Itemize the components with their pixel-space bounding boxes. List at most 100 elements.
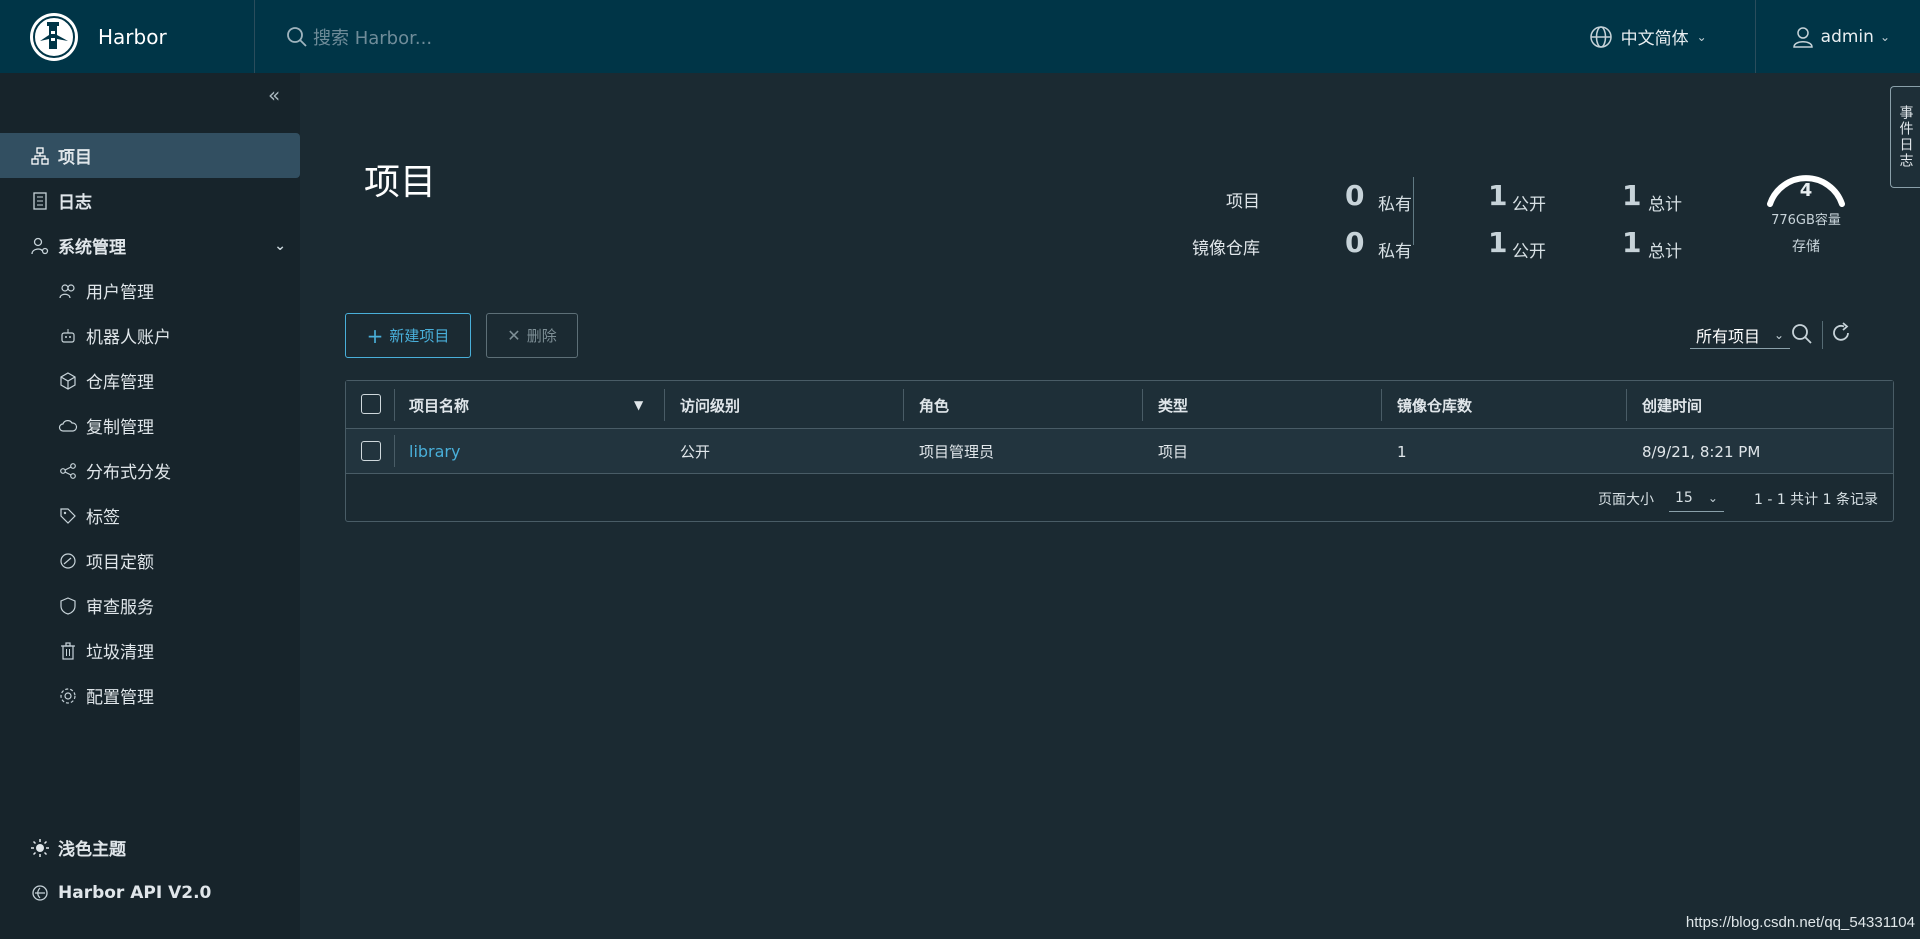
language-selector[interactable]: 中文简体 ⌄ — [1589, 0, 1756, 73]
column-header-repos[interactable]: 镜像仓库数 — [1397, 381, 1472, 429]
delete-label: 删除 — [526, 327, 557, 345]
sidebar-item-users[interactable]: 用户管理 — [0, 268, 300, 313]
column-header-role[interactable]: 角色 — [919, 381, 949, 429]
language-label: 中文简体 — [1620, 29, 1689, 49]
pagination-summary: 1 - 1 共计 1 条记录 — [1753, 491, 1878, 508]
column-divider — [1381, 389, 1382, 421]
close-icon: ✕ — [507, 326, 521, 345]
stat-private-label: 私有 — [1378, 242, 1412, 262]
row-checkbox[interactable] — [361, 441, 381, 461]
brand-name: Harbor — [98, 24, 167, 49]
filter-icon[interactable]: ▼ — [634, 381, 643, 429]
sidebar-item-label: 项目 — [58, 148, 92, 168]
sidebar-item-label: 仓库管理 — [86, 373, 154, 393]
column-divider — [1626, 389, 1627, 421]
stat-public-count: 1 — [1488, 226, 1508, 259]
storage-value: 4 — [1799, 180, 1813, 201]
sidebar-item-label: 机器人账户 — [86, 328, 171, 348]
new-project-button[interactable]: + 新建项目 — [345, 313, 471, 358]
stat-public-label: 公开 — [1512, 195, 1546, 215]
share-icon — [58, 462, 78, 480]
stat-public-count: 1 — [1488, 179, 1508, 212]
sidebar-nav: 项目 日志 系统管理 ⌄ 用户管理 机器人账户 仓库管理 复制管理 分布式分发 … — [0, 133, 300, 718]
sidebar-item-logs[interactable]: 日志 — [0, 178, 300, 223]
sidebar-item-distribution[interactable]: 分布式分发 — [0, 448, 300, 493]
sidebar-item-registries[interactable]: 仓库管理 — [0, 358, 300, 403]
stat-total-label: 总计 — [1648, 195, 1682, 215]
api-link-label: Harbor API V2.0 — [58, 882, 212, 903]
replication-icon — [58, 418, 78, 434]
sidebar-item-labels[interactable]: 标签 — [0, 493, 300, 538]
sidebar-item-quotas[interactable]: 项目定额 — [0, 538, 300, 583]
sidebar-item-label: 复制管理 — [86, 418, 154, 438]
project-type: 项目 — [1158, 443, 1189, 461]
search-icon — [287, 26, 307, 47]
column-header-access[interactable]: 访问级别 — [680, 381, 740, 429]
api-link[interactable]: Harbor API V2.0 — [0, 870, 300, 915]
sidebar-item-label: 用户管理 — [86, 283, 154, 303]
sidebar-item-replication[interactable]: 复制管理 — [0, 403, 300, 448]
stats-divider — [1413, 177, 1414, 245]
stat-total-count: 1 — [1622, 226, 1642, 259]
column-divider — [903, 389, 904, 421]
column-header-type[interactable]: 类型 — [1158, 381, 1188, 429]
sidebar-bottom: 浅色主题 Harbor API V2.0 — [0, 825, 300, 915]
column-divider — [394, 435, 395, 467]
sidebar-item-robots[interactable]: 机器人账户 — [0, 313, 300, 358]
column-header-name[interactable]: 项目名称 — [409, 381, 469, 429]
event-log-tab[interactable]: 事件日志 — [1890, 86, 1920, 188]
stat-total-label: 总计 — [1648, 242, 1682, 262]
trash-icon — [58, 641, 78, 660]
robot-icon — [58, 328, 78, 344]
select-all-checkbox[interactable] — [361, 394, 381, 414]
sidebar-item-projects[interactable]: 项目 — [0, 133, 300, 178]
stat-total-count: 1 — [1622, 179, 1642, 212]
chevron-down-icon: ⌄ — [1696, 29, 1707, 44]
project-repo-count: 1 — [1397, 442, 1407, 461]
page-size-value: 15 — [1674, 490, 1693, 506]
chevron-down-icon: ⌄ — [274, 237, 286, 254]
gear-icon — [58, 687, 78, 705]
delete-button[interactable]: ✕ 删除 — [486, 313, 578, 358]
shield-icon — [58, 596, 78, 615]
api-icon — [30, 884, 50, 902]
sidebar-item-scanners[interactable]: 审查服务 — [0, 583, 300, 628]
event-log-tab-label: 事件日志 — [1897, 105, 1914, 169]
table-row[interactable]: library 公开 项目管理员 项目 1 8/9/21, 8:21 PM — [346, 429, 1893, 474]
logs-icon — [30, 191, 50, 210]
globe-icon — [1589, 25, 1612, 48]
column-divider — [664, 389, 665, 421]
search-icon[interactable] — [1790, 322, 1814, 350]
column-divider — [394, 389, 395, 421]
page-size-label: 页面大小 — [1597, 491, 1654, 508]
sidebar-item-label: 分布式分发 — [86, 463, 171, 483]
stat-row-label: 镜像仓库 — [1192, 239, 1260, 259]
registry-icon — [58, 371, 78, 390]
sidebar-item-label: 项目定额 — [86, 553, 154, 573]
users-icon — [58, 283, 78, 299]
page-size-select[interactable]: 15 ⌄ — [1668, 486, 1724, 512]
storage-capacity: 776GB容量 — [1771, 213, 1841, 228]
chevron-down-icon: ⌄ — [1707, 491, 1718, 505]
sidebar-item-admin[interactable]: 系统管理 ⌄ — [0, 223, 300, 268]
harbor-logo-icon — [30, 12, 78, 61]
stat-public-label: 公开 — [1512, 242, 1546, 262]
brand[interactable]: Harbor — [0, 0, 255, 73]
watermark: https://blog.csdn.net/qq_54331104 — [1685, 914, 1915, 931]
refresh-icon[interactable] — [1830, 322, 1852, 348]
project-name-link[interactable]: library — [409, 429, 460, 474]
sun-icon — [30, 838, 50, 857]
column-header-created[interactable]: 创建时间 — [1642, 381, 1702, 429]
plus-icon: + — [366, 323, 384, 348]
stat-private-count: 0 — [1345, 179, 1365, 212]
project-filter-select[interactable]: 所有项目 ⌄ — [1690, 321, 1790, 349]
sidebar-item-gc[interactable]: 垃圾清理 — [0, 628, 300, 673]
sidebar-item-config[interactable]: 配置管理 — [0, 673, 300, 718]
search-input[interactable]: 搜索 Harbor... — [313, 24, 432, 50]
global-search[interactable]: 搜索 Harbor... — [285, 0, 432, 73]
theme-toggle[interactable]: 浅色主题 — [0, 825, 300, 870]
header-right: 中文简体 ⌄ admin ⌄ — [1589, 0, 1920, 73]
user-menu[interactable]: admin ⌄ — [1756, 25, 1920, 49]
collapse-sidebar-icon[interactable]: « — [268, 83, 280, 107]
column-divider — [1142, 389, 1143, 421]
